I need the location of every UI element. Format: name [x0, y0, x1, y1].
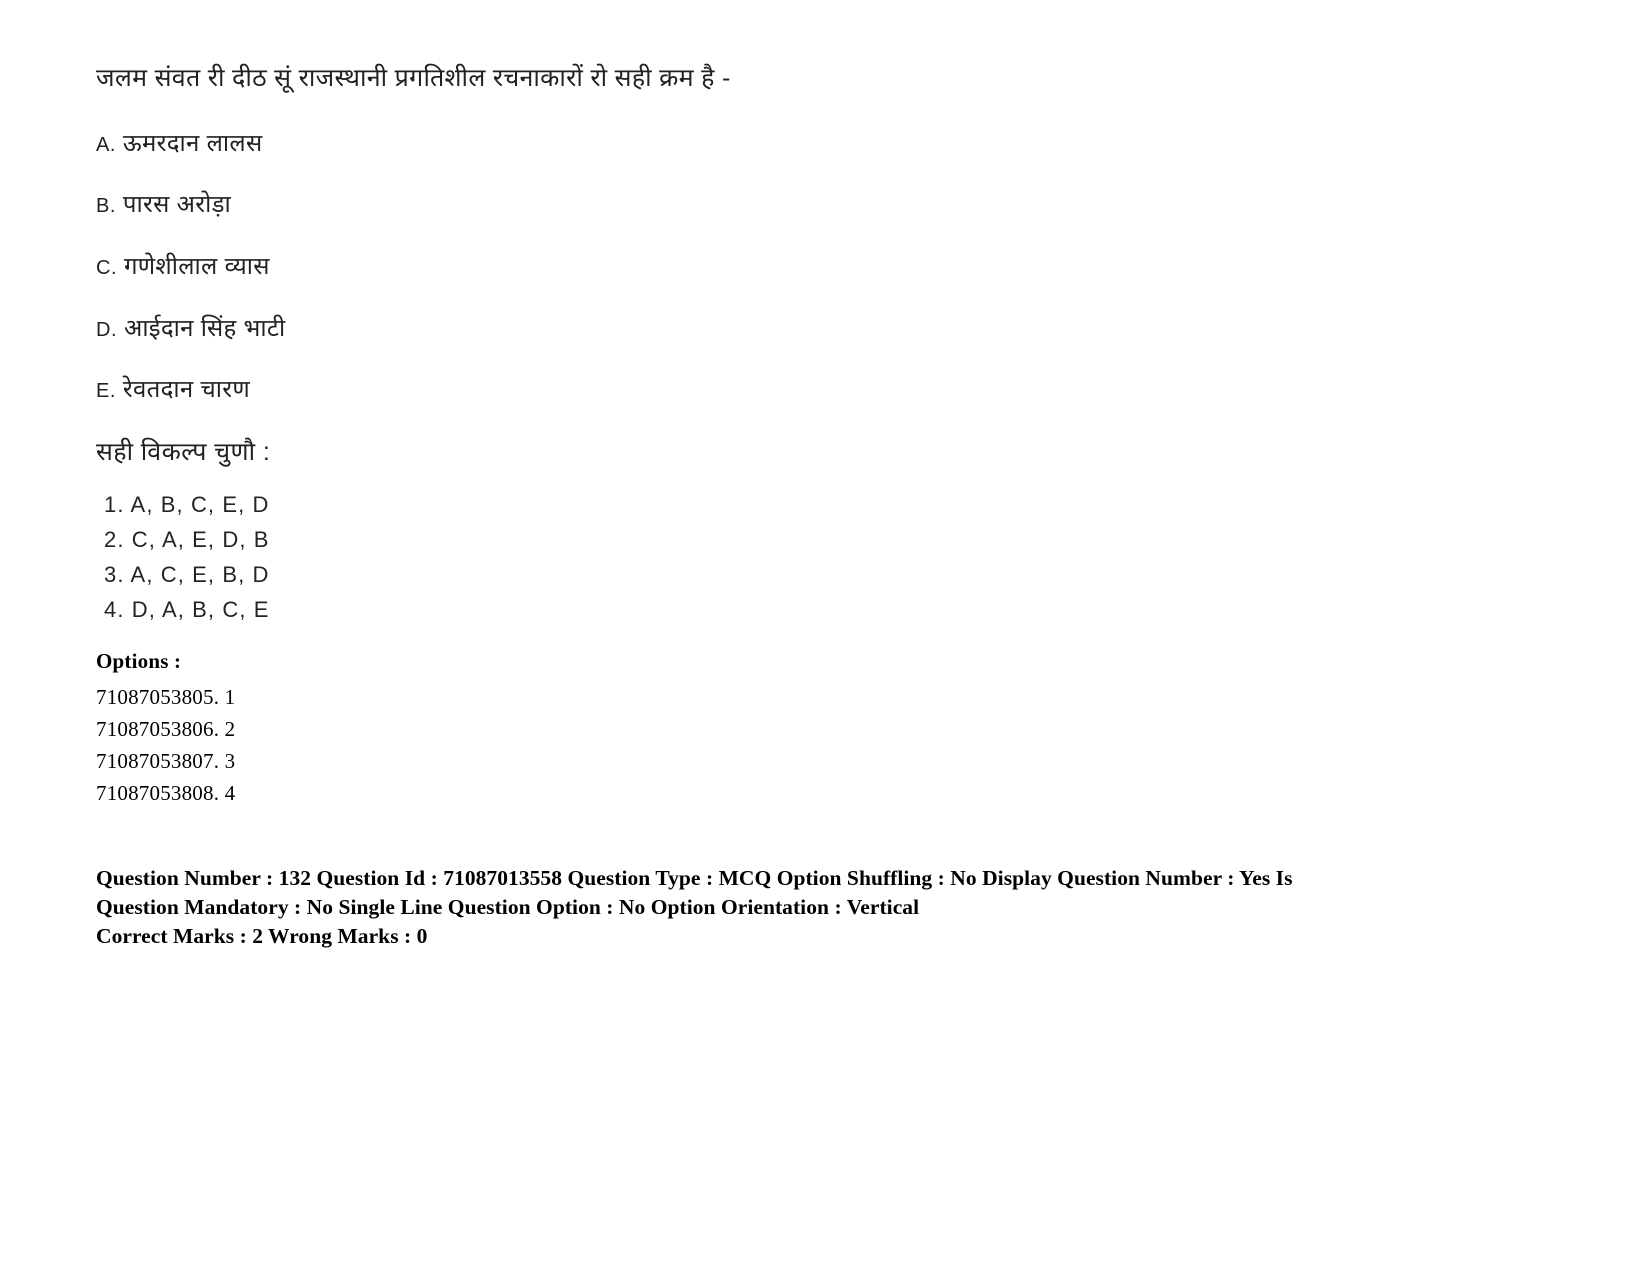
document-page: जलम संवत री दीठ सूं राजस्थानी प्रगतिशील … — [0, 0, 1650, 1275]
scanned-question-block: जलम संवत री दीठ सूं राजस्थानी प्रगतिशील … — [96, 64, 1556, 621]
question-content: जलम संवत री दीठ सूं राजस्थानी प्रगतिशील … — [96, 64, 1556, 951]
question-item-b: B. पारस अरोड़ा — [96, 191, 1556, 219]
options-block: Options : 71087053805. 1 71087053806. 2 … — [96, 649, 1556, 810]
question-item-e-text: रेवतदान चारण — [122, 376, 250, 404]
choose-correct-option-prompt: सही विकल्प चुणौ : — [96, 437, 271, 466]
question-item-b-label: B. — [96, 195, 116, 218]
option-entry-4: 71087053808. 4 — [96, 781, 236, 806]
option-entry-1: 71087053805. 1 — [96, 685, 236, 710]
question-item-c-label: C. — [96, 256, 117, 279]
question-item-a-label: A. — [96, 133, 116, 156]
question-item-c: C. गणेशीलाल व्यास — [96, 253, 1556, 281]
question-item-c-text: गणेशीलाल व्यास — [123, 252, 270, 280]
question-item-d-label: D. — [96, 318, 117, 341]
question-item-e-label: E. — [96, 380, 116, 403]
answer-alternative-4[interactable]: 4. D, A, B, C, E — [104, 599, 1556, 621]
option-entry-2: 71087053806. 2 — [96, 717, 236, 742]
question-item-a: A. ऊमरदान लालस — [96, 130, 1556, 158]
question-metadata: Question Number : 132 Question Id : 7108… — [96, 864, 1511, 951]
question-item-d: D. आईदान सिंह भाटी — [96, 315, 1556, 343]
answer-alternative-1[interactable]: 1. A, B, C, E, D — [104, 494, 1556, 516]
metadata-line-1: Question Number : 132 Question Id : 7108… — [96, 866, 1293, 891]
answer-alternative-2[interactable]: 2. C, A, E, D, B — [104, 529, 1556, 551]
answer-alternative-3[interactable]: 3. A, C, E, B, D — [104, 564, 1556, 586]
question-item-a-text: ऊमरदान लालस — [122, 129, 263, 157]
question-item-e: E. रेवतदान चारण — [96, 376, 1556, 404]
answer-alternatives-list: 1. A, B, C, E, D 2. C, A, E, D, B 3. A, … — [104, 494, 1556, 621]
metadata-line-2: Question Mandatory : No Single Line Ques… — [96, 894, 920, 919]
options-heading: Options : — [96, 649, 182, 674]
question-item-d-text: आईदान सिंह भाटी — [123, 314, 286, 342]
option-entry-3: 71087053807. 3 — [96, 749, 236, 774]
question-item-b-text: पारस अरोड़ा — [122, 191, 231, 219]
metadata-line-3: Correct Marks : 2 Wrong Marks : 0 — [96, 924, 428, 949]
question-stem: जलम संवत री दीठ सूं राजस्थानी प्रगतिशील … — [96, 64, 731, 92]
